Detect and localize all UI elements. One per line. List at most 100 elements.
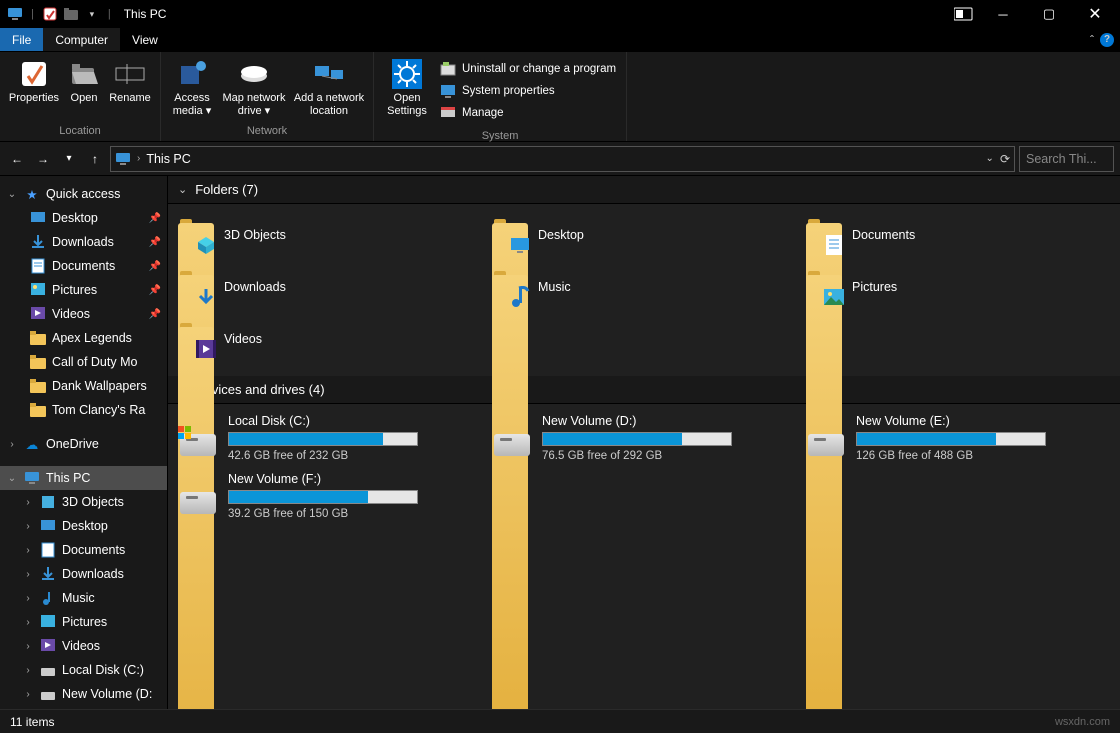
breadcrumb[interactable]: This PC [146,152,190,166]
item-icon [30,306,46,322]
addr-chevron-icon[interactable]: › [137,153,140,164]
expand-icon[interactable]: › [22,689,34,700]
qat-newfolder-icon[interactable] [62,5,80,23]
drive-item[interactable]: Local Disk (C:) 42.6 GB free of 232 GB [178,414,482,462]
minimize-button[interactable]: ─ [980,0,1026,28]
quick-access-toolbar: | ▾ | This PC [2,5,166,23]
drive-item[interactable]: New Volume (D:) 76.5 GB free of 292 GB [492,414,796,462]
ribbon-collapse[interactable]: ˆ ? [1084,28,1120,51]
drive-item[interactable]: New Volume (E:) 126 GB free of 488 GB [806,414,1110,462]
content-pane[interactable]: ⌄ Folders (7) 3D Objects Desktop Documen… [168,176,1120,733]
tree-item[interactable]: Downloads📌 [0,230,167,254]
folder-item[interactable]: Desktop [492,212,796,258]
thispc-icon [115,152,131,166]
tree-thispc[interactable]: ⌄ This PC [0,466,167,490]
item-icon [30,234,46,250]
tab-computer[interactable]: Computer [43,28,120,51]
tree-item[interactable]: ›Music [0,586,167,610]
expand-icon[interactable]: › [22,497,34,508]
item-icon [40,518,56,534]
folder-item[interactable]: Music [492,264,796,310]
drive-free-text: 42.6 GB free of 232 GB [228,450,482,462]
drive-usage-bar [542,432,732,446]
open-button[interactable]: Open [64,56,104,105]
access-media-button[interactable]: Access media ▾ [167,56,217,117]
open-settings-button[interactable]: Open Settings [380,56,434,117]
folder-icon [178,269,214,305]
collapse-icon[interactable]: ⌄ [6,189,18,200]
recent-locations-button[interactable]: ▾ [58,147,80,171]
addr-dropdown-icon[interactable]: ⌄ [986,153,994,164]
tree-item[interactable]: ›Videos [0,634,167,658]
tree-item[interactable]: ›Pictures [0,610,167,634]
drive-icon [178,426,218,456]
qat-dropdown-icon[interactable]: ▾ [83,5,101,23]
up-button[interactable]: ↑ [84,147,106,171]
folder-item[interactable]: Pictures [806,264,1110,310]
system-properties-button[interactable]: System properties [436,80,620,102]
expand-icon[interactable]: › [22,545,34,556]
tree-item[interactable]: Videos📌 [0,302,167,326]
expand-icon[interactable]: › [22,521,34,532]
rename-button[interactable]: Rename [106,56,154,105]
collapse-icon[interactable]: ⌄ [6,473,18,484]
tree-item[interactable]: Desktop📌 [0,206,167,230]
refresh-button[interactable]: ⟳ [1000,152,1010,166]
close-button[interactable]: ✕ [1072,0,1118,28]
tree-item[interactable]: Call of Duty Mo [0,350,167,374]
expand-icon[interactable]: › [6,439,18,450]
pin-icon: 📌 [149,285,161,296]
tree-onedrive[interactable]: › ☁ OneDrive [0,432,167,456]
manage-button[interactable]: Manage [436,102,620,124]
tree-item[interactable]: ›New Volume (D: [0,682,167,706]
tree-item[interactable]: ›Local Disk (C:) [0,658,167,682]
expand-icon[interactable]: › [22,665,34,676]
tree-item[interactable]: ›Documents [0,538,167,562]
tree-item[interactable]: Dank Wallpapers [0,374,167,398]
tree-item[interactable]: ›Downloads [0,562,167,586]
tab-file[interactable]: File [0,28,43,51]
expand-icon[interactable]: › [22,569,34,580]
tree-item[interactable]: Apex Legends [0,326,167,350]
forward-button[interactable]: → [32,147,54,171]
settings-icon [391,58,423,90]
item-icon [30,210,46,226]
search-input[interactable]: Search Thi... [1019,146,1114,172]
group-header-drives[interactable]: ⌄ Devices and drives (4) [168,376,1120,404]
tree-item[interactable]: Documents📌 [0,254,167,278]
back-button[interactable]: ← [6,147,28,171]
map-network-drive-button[interactable]: Map network drive ▾ [219,56,289,117]
folder-item[interactable]: Videos [178,316,482,362]
drive-item[interactable]: New Volume (F:) 39.2 GB free of 150 GB [178,472,482,520]
group-label-network: Network [161,123,373,141]
navigation-tree[interactable]: ⌄ ★ Quick access Desktop📌Downloads📌Docum… [0,176,168,733]
address-bar[interactable]: › This PC ⌄ ⟳ [110,146,1015,172]
tree-item[interactable]: Pictures📌 [0,278,167,302]
expand-icon[interactable]: › [22,641,34,652]
expand-icon[interactable]: › [22,617,34,628]
folder-item[interactable]: Documents [806,212,1110,258]
uninstall-program-button[interactable]: Uninstall or change a program [436,58,620,80]
tree-quick-access[interactable]: ⌄ ★ Quick access [0,182,167,206]
maximize-button[interactable]: ▢ [1026,0,1072,28]
tab-view[interactable]: View [120,28,170,51]
folder-item[interactable]: Downloads [178,264,482,310]
group-header-folders[interactable]: ⌄ Folders (7) [168,176,1120,204]
item-icon [40,494,56,510]
expand-icon[interactable]: › [22,593,34,604]
title-bar: | ▾ | This PC ─ ▢ ✕ [0,0,1120,28]
tabletmode-icon[interactable] [954,7,974,21]
tree-item[interactable]: ›3D Objects [0,490,167,514]
add-network-location-button[interactable]: Add a network location [291,56,367,117]
tree-item[interactable]: Tom Clancy's Ra [0,398,167,422]
window-title: This PC [124,7,167,21]
folder-item[interactable]: 3D Objects [178,212,482,258]
tree-item[interactable]: ›Desktop [0,514,167,538]
window-controls: ─ ▢ ✕ [980,0,1118,28]
system-properties-icon [440,83,456,99]
folder-icon [178,217,214,253]
folder-icon [178,321,214,357]
qat-properties-icon[interactable] [41,5,59,23]
help-icon[interactable]: ? [1100,33,1114,47]
properties-button[interactable]: Properties [6,56,62,105]
